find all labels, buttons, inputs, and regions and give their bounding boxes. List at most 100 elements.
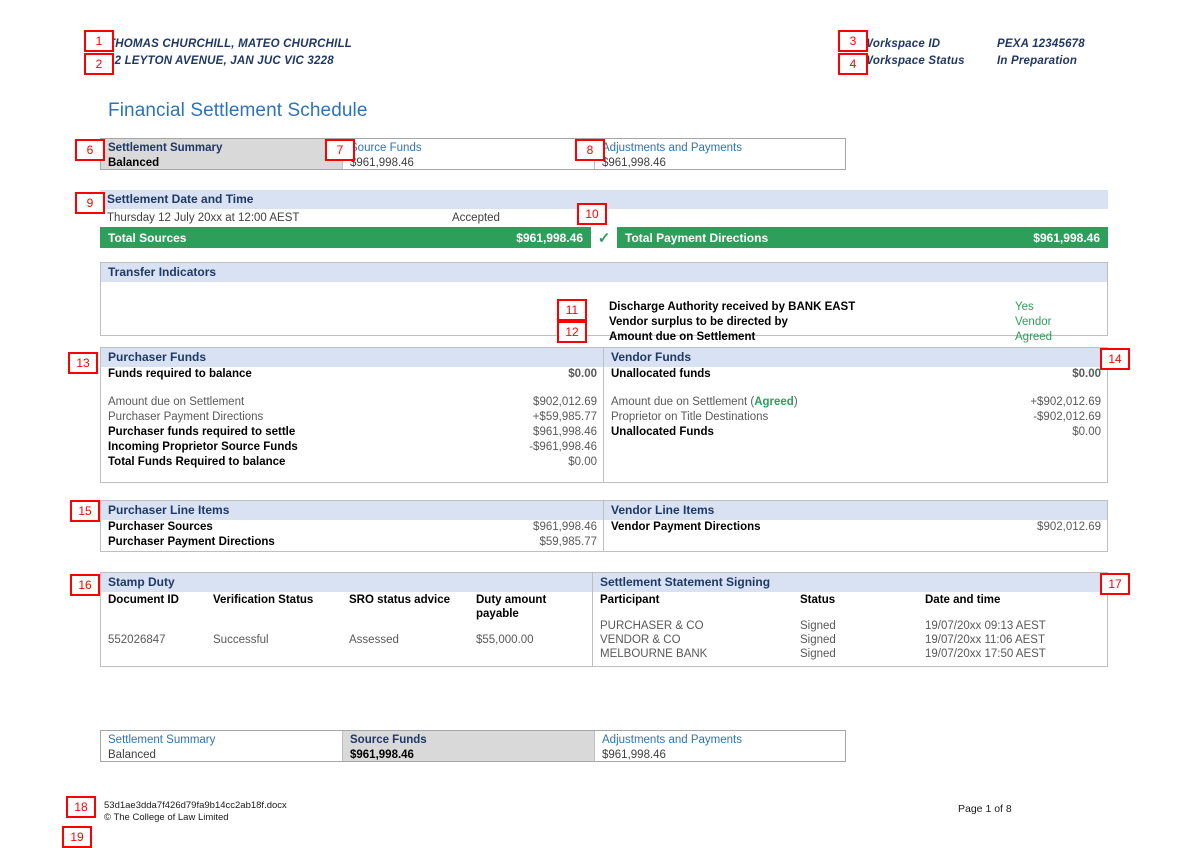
vendor-funds-row: Amount due on Settlement (Agreed) +$902,… <box>604 395 1107 410</box>
signing-cell-participant: VENDOR & CO <box>600 634 681 646</box>
row-amount: $902,012.69 <box>533 396 597 408</box>
row-label: Unallocated Funds <box>611 426 714 438</box>
settlement-date-text: Thursday 12 July 20xx at 12:00 AEST <box>107 212 300 224</box>
vendor-funds-row: Proprietor on Title Destinations -$902,0… <box>604 410 1107 425</box>
purchaser-headline-amount: $0.00 <box>568 368 597 380</box>
row-amount: +$59,985.77 <box>532 411 597 423</box>
workspace-status-label: Workspace Status <box>862 55 965 67</box>
annotation-callout-17: 17 <box>1100 573 1130 595</box>
summary-label: Settlement Summary <box>108 142 223 154</box>
vendor-line-item-row: Vendor Payment Directions $902,012.69 <box>604 520 1107 535</box>
signing-cell-participant: PURCHASER & CO <box>600 620 704 632</box>
vendor-headline-label: Unallocated funds <box>611 368 711 380</box>
page-title: Financial Settlement Schedule <box>108 100 368 121</box>
annotation-callout-7: 7 <box>325 139 355 161</box>
row-label: Total Funds Required to balance <box>108 456 286 468</box>
stamp-duty-signing-columns: Stamp Duty Document ID Verification Stat… <box>101 573 1111 666</box>
footer-summary-label: Settlement Summary <box>108 734 216 746</box>
signing-row: MELBOURNE BANK Signed 19/07/20xx 17:50 A… <box>593 647 1111 661</box>
total-sources-label: Total Sources <box>108 230 187 245</box>
party-names: THOMAS CHURCHILL, MATEO CHURCHILL <box>108 38 353 50</box>
stamp-duty-row: 552026847 Successful Assessed $55,000.00 <box>101 633 592 647</box>
row-amount: $0.00 <box>568 456 597 468</box>
purchaser-line-item-row: Purchaser Sources $961,998.46 <box>101 520 603 535</box>
row-label: Purchaser Payment Directions <box>108 411 264 423</box>
total-sources-amount: $961,998.46 <box>516 230 583 245</box>
stamp-duty-cell-duty-amount: $55,000.00 <box>476 634 534 646</box>
footer-source-funds-label: Source Funds <box>350 734 427 746</box>
adjustments-label: Adjustments and Payments <box>602 142 742 154</box>
row-amount: $902,012.69 <box>1037 521 1101 533</box>
signing-band: Settlement Statement Signing <box>593 573 1111 592</box>
totals-bar: Total Sources $961,998.46 ✓ Total Paymen… <box>100 227 1108 248</box>
settlement-date-status: Accepted <box>452 212 500 224</box>
purchaser-line-item-row: Purchaser Payment Directions $59,985.77 <box>101 535 603 550</box>
summary-cell-source-funds: Source Funds $961,998.46 <box>343 139 595 169</box>
workspace-id-label: Workspace ID <box>862 38 941 50</box>
row-amount: -$961,998.46 <box>529 441 597 453</box>
signing-column: Settlement Statement Signing Participant… <box>593 573 1111 666</box>
vendor-headline-amount: $0.00 <box>1072 368 1101 380</box>
annotation-callout-13: 13 <box>68 352 98 374</box>
stamp-duty-cell-document-id: 552026847 <box>108 634 166 646</box>
total-payment-directions-amount: $961,998.46 <box>1033 230 1100 245</box>
row-label: Incoming Proprietor Source Funds <box>108 441 298 453</box>
signing-cell-status: Signed <box>800 648 836 660</box>
summary-cell-settlement-summary: Settlement Summary Balanced <box>101 139 343 169</box>
annotation-callout-9: 9 <box>75 192 105 214</box>
purchaser-funds-headline: Funds required to balance $0.00 <box>101 367 603 382</box>
adjustments-value: $961,998.46 <box>602 157 666 169</box>
annotation-callout-19: 19 <box>62 826 92 848</box>
row-label: Vendor Payment Directions <box>611 521 761 533</box>
settlement-summary-table-top: Settlement Summary Balanced Source Funds… <box>100 138 846 170</box>
row-label: Amount due on Settlement (Agreed) <box>611 395 951 410</box>
stamp-duty-header-verification-status: Verification Status <box>213 594 314 606</box>
workspace-status-value: In Preparation <box>997 55 1078 67</box>
source-funds-label: Source Funds <box>350 142 422 154</box>
signing-header-row: Participant Status Date and time <box>593 592 1111 607</box>
stamp-duty-cell-verification-status: Successful <box>213 634 269 646</box>
summary-cell-adjustments: Adjustments and Payments $961,998.46 <box>595 139 845 169</box>
check-icon: ✓ <box>591 227 617 248</box>
signing-cell-status: Signed <box>800 620 836 632</box>
purchaser-funds-row: Total Funds Required to balance $0.00 <box>101 455 603 470</box>
signing-cell-date-time: 19/07/20xx 09:13 AEST <box>925 620 1046 632</box>
row-label: Purchaser Sources <box>108 521 213 533</box>
signing-cell-participant: MELBOURNE BANK <box>600 648 708 660</box>
annotation-callout-8: 8 <box>575 139 605 161</box>
stamp-duty-cell-sro-status: Assessed <box>349 634 399 646</box>
transfer-indicator-row: Discharge Authority received by BANK EAS… <box>609 300 1107 315</box>
purchaser-headline-label: Funds required to balance <box>108 368 252 380</box>
annotation-callout-11: 11 <box>557 299 587 321</box>
workspace-status-row: Workspace Status In Preparation <box>862 53 1085 70</box>
footer-document-filename: 53d1ae3dda7f426d79fa9b14cc2ab18f.docx <box>104 800 287 811</box>
row-amount: $0.00 <box>1072 426 1101 438</box>
signing-cell-date-time: 19/07/20xx 11:06 AEST <box>925 634 1045 646</box>
purchaser-line-items-band: Purchaser Line Items <box>101 501 603 520</box>
vendor-funds-column: Vendor Funds Unallocated funds $0.00 Amo… <box>604 348 1107 482</box>
stamp-duty-header-duty-amount: Duty amount payable <box>476 594 547 620</box>
total-payment-directions-segment: Total Payment Directions $961,998.46 <box>617 227 1108 248</box>
transfer-indicators-body: Discharge Authority received by BANK EAS… <box>101 282 1107 343</box>
funds-columns: Purchaser Funds Funds required to balanc… <box>101 348 1107 482</box>
total-payment-directions-label: Total Payment Directions <box>625 230 769 245</box>
annotation-callout-6: 6 <box>75 139 105 161</box>
purchaser-funds-row: Incoming Proprietor Source Funds -$961,9… <box>101 440 603 455</box>
footer-summary-value: Balanced <box>108 749 156 761</box>
transfer-indicator-value: Yes <box>1015 301 1034 313</box>
purchaser-line-items-column: Purchaser Line Items Purchaser Sources $… <box>101 501 604 551</box>
source-funds-value: $961,998.46 <box>350 157 414 169</box>
purchaser-funds-row: Purchaser funds required to settle $961,… <box>101 425 603 440</box>
line-items-panel: Purchaser Line Items Purchaser Sources $… <box>100 500 1108 552</box>
vendor-line-items-band: Vendor Line Items <box>604 501 1107 520</box>
vendor-line-items-column: Vendor Line Items Vendor Payment Directi… <box>604 501 1107 551</box>
stamp-duty-header-document-id: Document ID <box>108 594 179 606</box>
party-details: THOMAS CHURCHILL, MATEO CHURCHILL 12 LEY… <box>108 36 352 70</box>
row-label: Purchaser Payment Directions <box>108 536 275 548</box>
row-amount: $961,998.46 <box>533 521 597 533</box>
transfer-indicator-row: Amount due on Settlement Agreed <box>609 330 1107 345</box>
row-label: Purchaser funds required to settle <box>108 426 296 438</box>
annotation-callout-12: 12 <box>557 321 587 343</box>
